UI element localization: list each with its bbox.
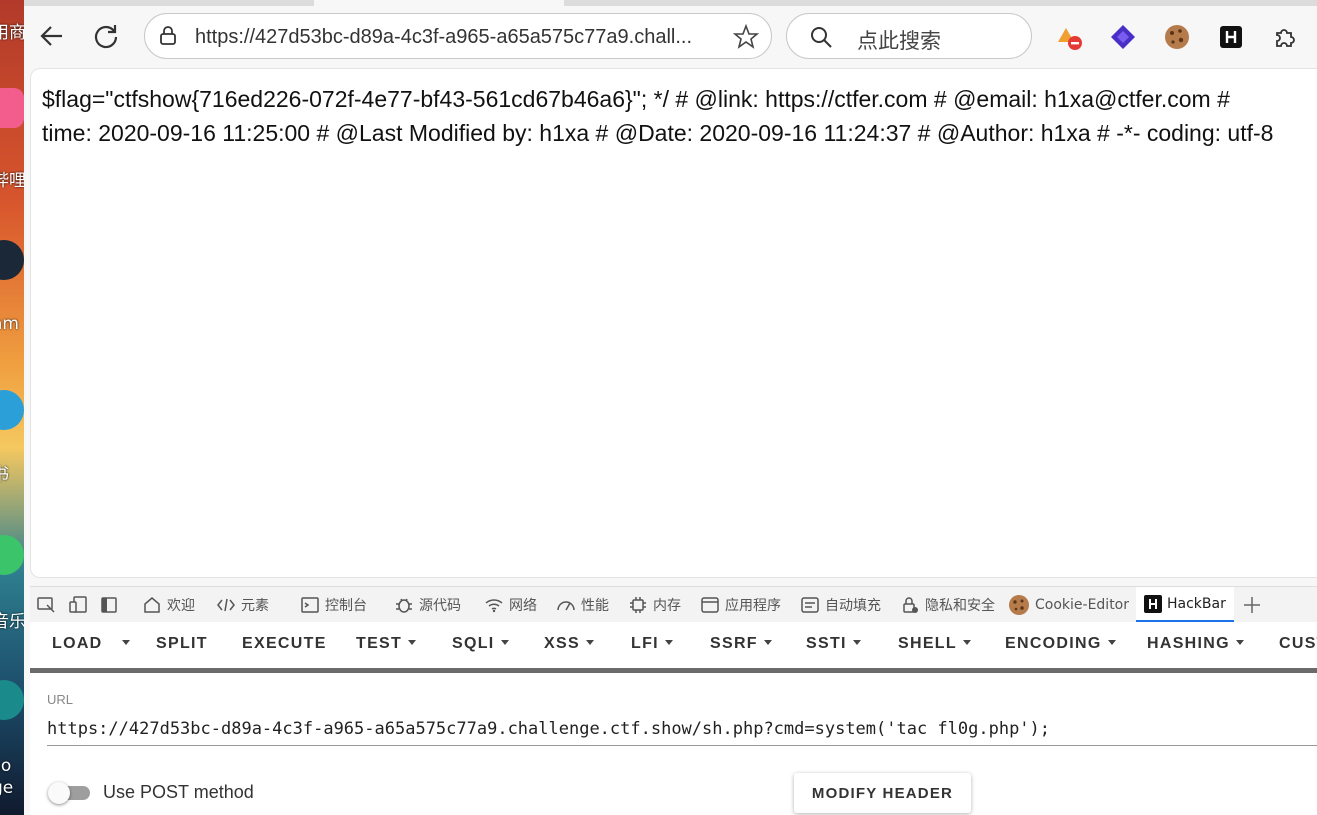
desktop-label: am: [0, 314, 19, 334]
caret-down-icon: [763, 640, 772, 645]
hackbar-menu: LOAD SPLIT EXECUTE TEST SQLI XSS LFI SSR…: [30, 622, 1317, 668]
reload-icon: [94, 25, 118, 49]
search-placeholder: 点此搜索: [857, 29, 941, 53]
hackbar-icon: [1144, 594, 1162, 613]
caret-down-icon: [585, 640, 594, 645]
caret-down-icon: [408, 640, 417, 645]
chip-icon: [630, 597, 646, 613]
home-icon: [144, 597, 160, 613]
hashing-menu[interactable]: HASHING: [1147, 635, 1244, 653]
address-url: https://427d53bc-d89a-4c3f-a965-a65a575c…: [195, 26, 693, 48]
back-button[interactable]: [34, 18, 70, 54]
bug-icon: [396, 598, 412, 613]
extension-blocked-icon[interactable]: [1054, 22, 1084, 52]
steam-app-icon[interactable]: [0, 240, 24, 280]
tab-application[interactable]: 应用程序: [700, 587, 781, 623]
lfi-menu[interactable]: LFI: [631, 635, 673, 653]
split-button[interactable]: SPLIT: [156, 635, 208, 653]
back-arrow-icon: [40, 26, 62, 46]
load-dropdown-button[interactable]: [116, 635, 130, 653]
caret-down-icon: [122, 640, 130, 645]
code-icon: [217, 598, 235, 612]
desktop-label: 音乐: [0, 612, 24, 632]
shell-menu[interactable]: SHELL: [898, 635, 971, 653]
desktop-label: 书: [0, 465, 9, 485]
hackbar-divider: [30, 668, 1317, 673]
load-button[interactable]: LOAD: [52, 635, 103, 653]
post-method-label: Use POST method: [103, 782, 254, 802]
bilibili-app-icon[interactable]: [0, 88, 24, 128]
tab-hackbar[interactable]: HackBar: [1136, 587, 1234, 623]
encoding-menu[interactable]: ENCODING: [1005, 635, 1116, 653]
tab-welcome[interactable]: 欢迎: [142, 587, 195, 623]
plus-icon: [1244, 597, 1260, 613]
extension-diamond-icon[interactable]: [1108, 22, 1138, 52]
caret-down-icon: [852, 640, 861, 645]
caret-down-icon: [500, 640, 509, 645]
favorite-star-icon[interactable]: [733, 24, 759, 50]
tab-elements[interactable]: 元素: [216, 587, 269, 623]
tab-privacy-security[interactable]: 隐私和安全: [900, 587, 995, 623]
caret-down-icon: [664, 640, 673, 645]
lock-shield-icon: [903, 597, 918, 613]
url-field[interactable]: URL https://427d53bc-d89a-4c3f-a965-a65a…: [47, 692, 1317, 746]
console-icon: [301, 597, 319, 613]
edge-app-icon[interactable]: [0, 680, 24, 720]
address-bar[interactable]: https://427d53bc-d89a-4c3f-a965-a65a575c…: [144, 13, 772, 59]
caret-down-icon: [962, 640, 971, 645]
sqli-menu[interactable]: SQLI: [452, 635, 509, 653]
browser-toolbar: https://427d53bc-d89a-4c3f-a965-a65a575c…: [24, 6, 1317, 68]
extensions-puzzle-icon[interactable]: [1270, 22, 1300, 52]
modify-header-button[interactable]: MODIFY HEADER: [794, 773, 971, 813]
post-method-toggle[interactable]: [48, 782, 90, 804]
tab-sources[interactable]: 源代码: [394, 587, 461, 623]
page-text-line: time: 2020-09-16 11:25:00 # @Last Modifi…: [42, 120, 1274, 146]
cookie-icon: [1009, 595, 1029, 615]
desktop-background: 用商 哔哩 am 书 音乐 so ge: [0, 0, 24, 815]
tab-performance[interactable]: 性能: [556, 587, 609, 623]
page-content: $flag="ctfshow{716ed226-072f-4e77-bf43-5…: [30, 68, 1317, 578]
test-menu[interactable]: TEST: [356, 635, 417, 653]
window-icon: [701, 597, 719, 613]
xss-menu[interactable]: XSS: [544, 635, 594, 653]
search-icon: [811, 27, 832, 48]
tab-memory[interactable]: 内存: [628, 587, 681, 623]
page-text-line: $flag="ctfshow{716ed226-072f-4e77-bf43-5…: [42, 86, 1230, 112]
desktop-label: 用商: [0, 23, 24, 43]
wifi-icon: [485, 599, 503, 613]
sidebar-toggle-icon[interactable]: [100, 587, 123, 623]
url-underline: [47, 745, 1317, 746]
music-app-icon[interactable]: [0, 535, 24, 575]
tab-network[interactable]: 网络: [484, 587, 537, 623]
inspect-element-icon[interactable]: [36, 587, 61, 623]
desktop-label: 哔哩: [0, 171, 24, 191]
tab-autofill[interactable]: 自动填充: [800, 587, 881, 623]
ssrf-menu[interactable]: SSRF: [710, 635, 772, 653]
hackbar-extension-icon[interactable]: [1216, 22, 1246, 52]
desktop-label: so: [0, 756, 12, 776]
search-box[interactable]: 点此搜索: [786, 13, 1032, 59]
url-label: URL: [47, 692, 74, 707]
devtools-tabbar: 欢迎 元素 控制台 源代码 网络 性能 内存 应用程序 自动填充 隐私和安全 C…: [30, 586, 1317, 623]
gauge-icon: [557, 601, 575, 611]
url-textarea[interactable]: https://427d53bc-d89a-4c3f-a965-a65a575c…: [47, 719, 1050, 739]
tab-cookie-editor[interactable]: Cookie-Editor: [1008, 587, 1129, 623]
cookie-editor-extension-icon[interactable]: [1162, 22, 1192, 52]
caret-down-icon: [1235, 640, 1244, 645]
site-info-icon[interactable]: [157, 25, 179, 47]
desktop-label: ge: [0, 778, 14, 798]
execute-button[interactable]: EXECUTE: [242, 635, 327, 653]
tab-console[interactable]: 控制台: [300, 587, 367, 623]
add-tab-button[interactable]: [1242, 587, 1267, 623]
hackbar-panel: LOAD SPLIT EXECUTE TEST SQLI XSS LFI SSR…: [30, 622, 1317, 815]
device-emulation-icon[interactable]: [68, 587, 93, 623]
custom-menu[interactable]: CUST: [1279, 635, 1317, 653]
caret-down-icon: [1107, 640, 1116, 645]
book-app-icon[interactable]: [0, 390, 24, 430]
form-icon: [801, 597, 819, 613]
ssti-menu[interactable]: SSTI: [806, 635, 861, 653]
reload-button[interactable]: [88, 18, 124, 54]
